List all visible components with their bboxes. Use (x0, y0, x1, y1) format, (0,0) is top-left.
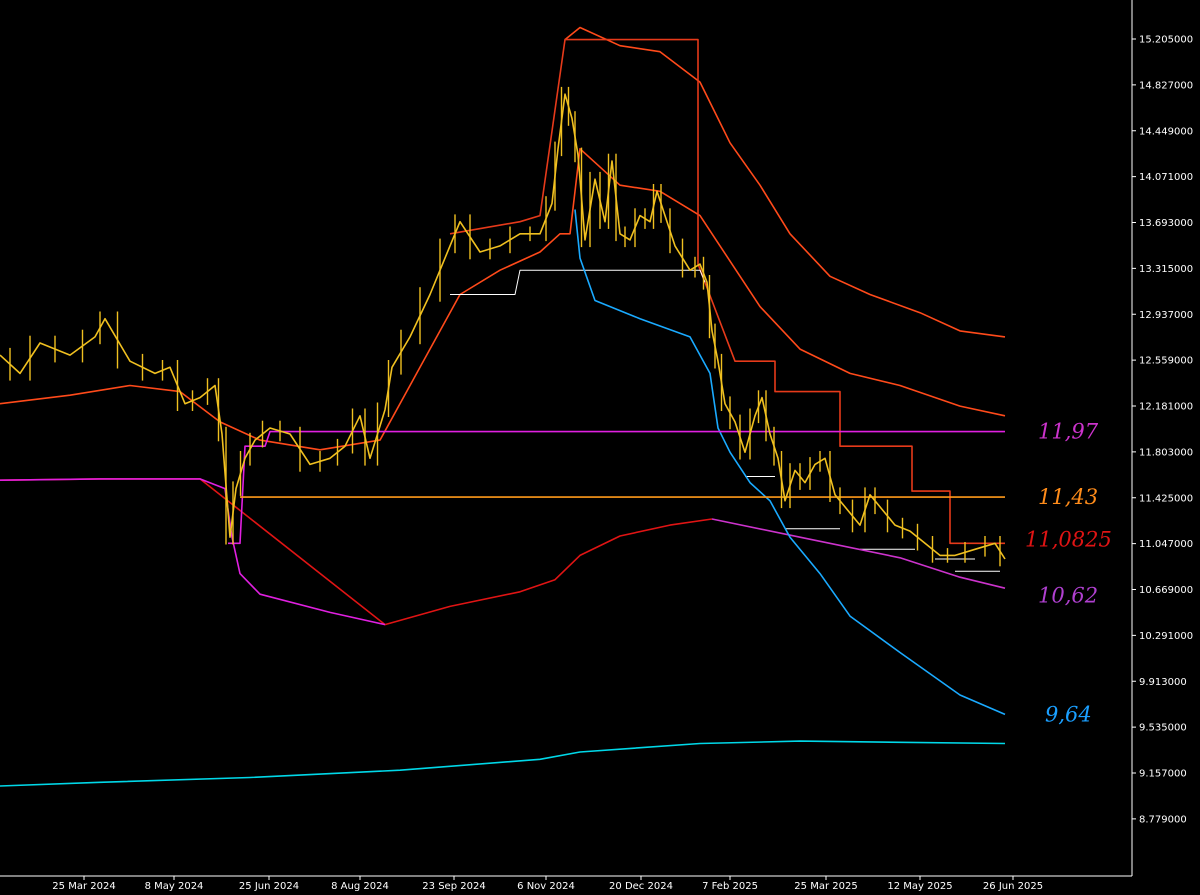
x-tick-label: 6 Nov 2024 (517, 881, 575, 892)
y-tick-label: 10.291000 (1139, 631, 1193, 642)
y-tick-label: 13.315000 (1139, 264, 1193, 275)
level-label: 11,43 (1038, 485, 1098, 509)
y-tick-label: 11.047000 (1139, 539, 1193, 550)
x-tick-label: 25 Mar 2025 (794, 881, 857, 892)
y-tick-label: 14.449000 (1139, 126, 1193, 137)
x-tick-label: 7 Feb 2025 (702, 881, 758, 892)
chart-background (0, 0, 1200, 895)
y-tick-label: 14.827000 (1139, 80, 1193, 91)
level-label: 11,0825 (1025, 527, 1112, 551)
y-tick-label: 9.157000 (1139, 769, 1187, 780)
y-tick-label: 11.425000 (1139, 493, 1193, 504)
y-tick-label: 15.205000 (1139, 35, 1193, 46)
x-tick-label: 23 Sep 2024 (422, 881, 485, 892)
x-tick-label: 25 Jun 2024 (239, 881, 299, 892)
y-tick-label: 9.535000 (1139, 723, 1187, 734)
y-tick-label: 12.937000 (1139, 310, 1193, 321)
level-label: 10,62 (1038, 583, 1098, 607)
level-label: 11,97 (1038, 420, 1099, 444)
x-tick-label: 12 May 2025 (887, 881, 952, 892)
y-tick-label: 8.779000 (1139, 814, 1187, 825)
x-tick-label: 8 Aug 2024 (331, 881, 389, 892)
x-tick-label: 26 Jun 2025 (983, 881, 1043, 892)
x-tick-label: 25 Mar 2024 (52, 881, 115, 892)
x-tick-label: 20 Dec 2024 (609, 881, 673, 892)
y-tick-label: 10.669000 (1139, 585, 1193, 596)
price-chart: 11,97 11,43 11,0825 10,62 9,64 15.205000 14.8… (0, 0, 1200, 895)
y-tick-label: 9.913000 (1139, 677, 1187, 688)
y-tick-label: 11.803000 (1139, 447, 1193, 458)
level-label: 9,64 (1045, 702, 1092, 726)
y-tick-label: 12.559000 (1139, 356, 1193, 367)
y-tick-label: 12.181000 (1139, 402, 1193, 413)
y-tick-label: 14.071000 (1139, 172, 1193, 183)
y-tick-label: 13.693000 (1139, 218, 1193, 229)
x-tick-label: 8 May 2024 (145, 881, 204, 892)
